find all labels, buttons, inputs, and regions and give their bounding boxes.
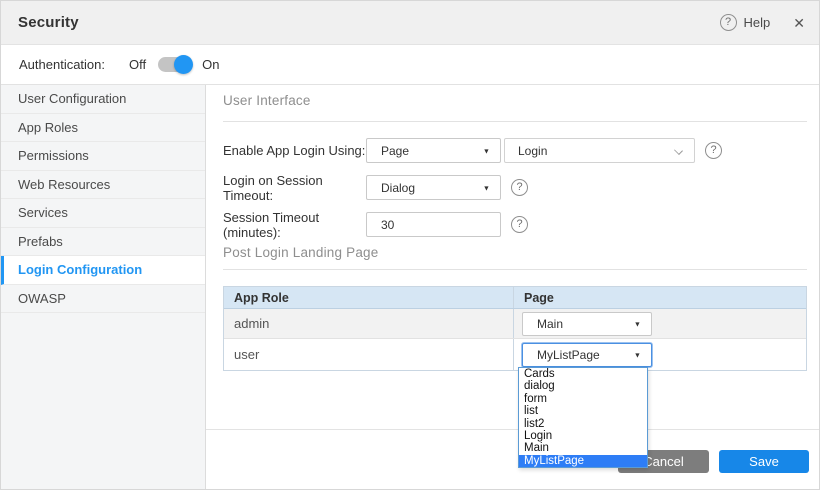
section-divider xyxy=(223,121,807,122)
field-row-session-timeout-minutes: Session Timeout (minutes): ? xyxy=(223,212,528,237)
dropdown-arrow-icon: ▼ xyxy=(483,147,490,155)
close-icon[interactable] xyxy=(793,16,805,30)
sidebar-item-app-roles[interactable]: App Roles xyxy=(1,114,205,143)
select-value: Dialog xyxy=(381,181,415,195)
role-cell: admin xyxy=(224,309,514,338)
authentication-label: Authentication: xyxy=(19,57,111,72)
dialog-body: User Configuration App Roles Permissions… xyxy=(1,85,819,490)
save-button[interactable]: Save xyxy=(719,450,809,473)
dropdown-option-list2[interactable]: list2 xyxy=(519,418,647,430)
select-value: MyListPage xyxy=(537,348,600,362)
chevron-down-icon xyxy=(674,146,683,155)
section-divider xyxy=(223,269,807,270)
login-configuration-panel: User Interface Enable App Login Using: P… xyxy=(206,85,819,490)
help-icon[interactable]: ? xyxy=(720,14,737,31)
table-header-row: App Role Page xyxy=(224,287,806,309)
dropdown-option-login[interactable]: Login xyxy=(519,430,647,442)
login-session-timeout-select[interactable]: Dialog ▼ xyxy=(366,175,501,200)
page-dropdown-list: Cards dialog form list list2 Login Main … xyxy=(518,367,648,468)
header-actions: ? Help xyxy=(720,14,805,31)
dropdown-option-dialog[interactable]: dialog xyxy=(519,380,647,392)
help-label[interactable]: Help xyxy=(744,15,771,30)
select-value: Login xyxy=(518,144,547,158)
field-row-session-timeout-login: Login on Session Timeout: Dialog ▼ ? xyxy=(223,175,528,200)
field-label: Session Timeout (minutes): xyxy=(223,210,366,240)
toggle-knob xyxy=(174,55,193,74)
page-select-admin[interactable]: Main ▼ xyxy=(522,312,652,336)
field-label: Login on Session Timeout: xyxy=(223,173,366,203)
dialog-header: Security ? Help xyxy=(1,1,819,45)
table-row: admin Main ▼ xyxy=(224,309,806,339)
sidebar-item-web-resources[interactable]: Web Resources xyxy=(1,171,205,200)
dropdown-arrow-icon: ▼ xyxy=(634,320,641,328)
dropdown-arrow-icon: ▼ xyxy=(483,184,490,192)
enable-app-login-page-select[interactable]: Login xyxy=(504,138,695,163)
sidebar-item-services[interactable]: Services xyxy=(1,199,205,228)
dropdown-arrow-icon: ▼ xyxy=(634,351,641,359)
dropdown-option-form[interactable]: form xyxy=(519,393,647,405)
toggle-on-label: On xyxy=(202,57,219,72)
authentication-toggle[interactable] xyxy=(158,57,190,72)
sidebar-item-login-configuration[interactable]: Login Configuration xyxy=(1,256,205,285)
dropdown-option-list[interactable]: list xyxy=(519,405,647,417)
select-value: Main xyxy=(537,317,563,331)
authentication-bar: Authentication: Off On xyxy=(1,45,819,85)
table-header-app-role: App Role xyxy=(224,287,514,308)
footer-divider xyxy=(206,429,820,430)
select-value: Page xyxy=(381,144,409,158)
page-title: Security xyxy=(18,14,79,31)
enable-app-login-type-select[interactable]: Page ▼ xyxy=(366,138,501,163)
table-header-page: Page xyxy=(514,287,806,308)
security-dialog: Security ? Help Authentication: Off On U… xyxy=(0,0,820,490)
toggle-off-label: Off xyxy=(129,57,146,72)
session-timeout-input[interactable] xyxy=(366,212,501,237)
sidebar-item-user-configuration[interactable]: User Configuration xyxy=(1,85,205,114)
sidebar-item-permissions[interactable]: Permissions xyxy=(1,142,205,171)
field-row-enable-app-login: Enable App Login Using: Page ▼ Login ? xyxy=(223,138,722,163)
sidebar-item-prefabs[interactable]: Prefabs xyxy=(1,228,205,257)
help-circle-icon[interactable]: ? xyxy=(511,216,528,233)
help-circle-icon[interactable]: ? xyxy=(705,142,722,159)
settings-sidebar: User Configuration App Roles Permissions… xyxy=(1,85,206,490)
sidebar-item-owasp[interactable]: OWASP xyxy=(1,285,205,314)
dropdown-option-cards[interactable]: Cards xyxy=(519,368,647,380)
table-row: user MyListPage ▼ xyxy=(224,339,806,370)
post-login-table: App Role Page admin Main ▼ user xyxy=(223,286,807,371)
help-circle-icon[interactable]: ? xyxy=(511,179,528,196)
role-cell: user xyxy=(224,339,514,370)
section-title-post-login: Post Login Landing Page xyxy=(223,245,378,260)
page-select-user[interactable]: MyListPage ▼ xyxy=(522,343,652,367)
section-title-user-interface: User Interface xyxy=(223,93,311,108)
field-label: Enable App Login Using: xyxy=(223,143,366,158)
dropdown-option-main[interactable]: Main xyxy=(519,442,647,454)
dropdown-option-mylistpage[interactable]: MyListPage xyxy=(519,455,647,467)
